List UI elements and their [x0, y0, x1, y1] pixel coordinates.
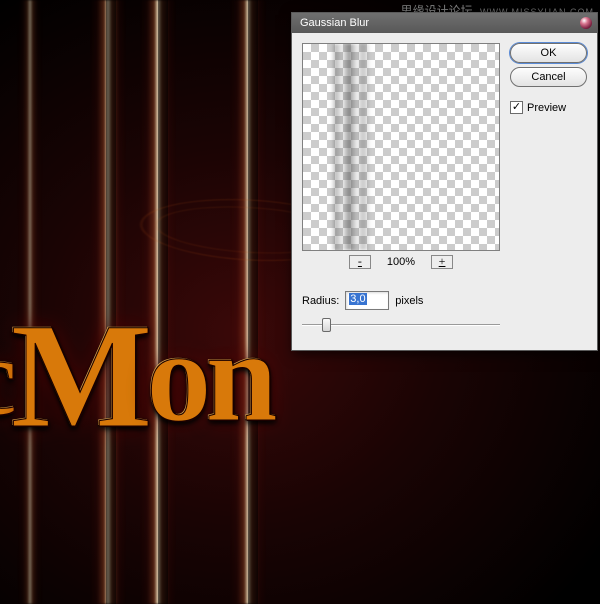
radius-input[interactable]: 3,0: [345, 291, 389, 310]
radius-label: Radius:: [302, 295, 339, 307]
zoom-in-button[interactable]: +: [431, 255, 453, 269]
radius-unit: pixels: [395, 295, 423, 307]
preview-blurred-streaks: [331, 44, 371, 250]
filter-preview[interactable]: [302, 43, 500, 251]
zoom-out-button[interactable]: -: [349, 255, 371, 269]
slider-thumb[interactable]: [322, 318, 331, 332]
titlebar-orb-icon: [580, 17, 592, 29]
preview-checkbox-row[interactable]: ✓ Preview: [510, 101, 587, 114]
slider-track: [302, 324, 500, 326]
gaussian-blur-dialog: Gaussian Blur - 100% + Radius: 3,0 pixel…: [291, 12, 598, 351]
stylized-title-text: cMon: [0, 290, 272, 462]
ok-button[interactable]: OK: [510, 43, 587, 63]
preview-checkbox-label: Preview: [527, 102, 566, 114]
dialog-title: Gaussian Blur: [300, 17, 369, 29]
cancel-button[interactable]: Cancel: [510, 67, 587, 87]
zoom-level: 100%: [381, 256, 421, 268]
dialog-titlebar[interactable]: Gaussian Blur: [292, 13, 597, 33]
radius-slider[interactable]: [302, 316, 500, 334]
preview-checkbox[interactable]: ✓: [510, 101, 523, 114]
